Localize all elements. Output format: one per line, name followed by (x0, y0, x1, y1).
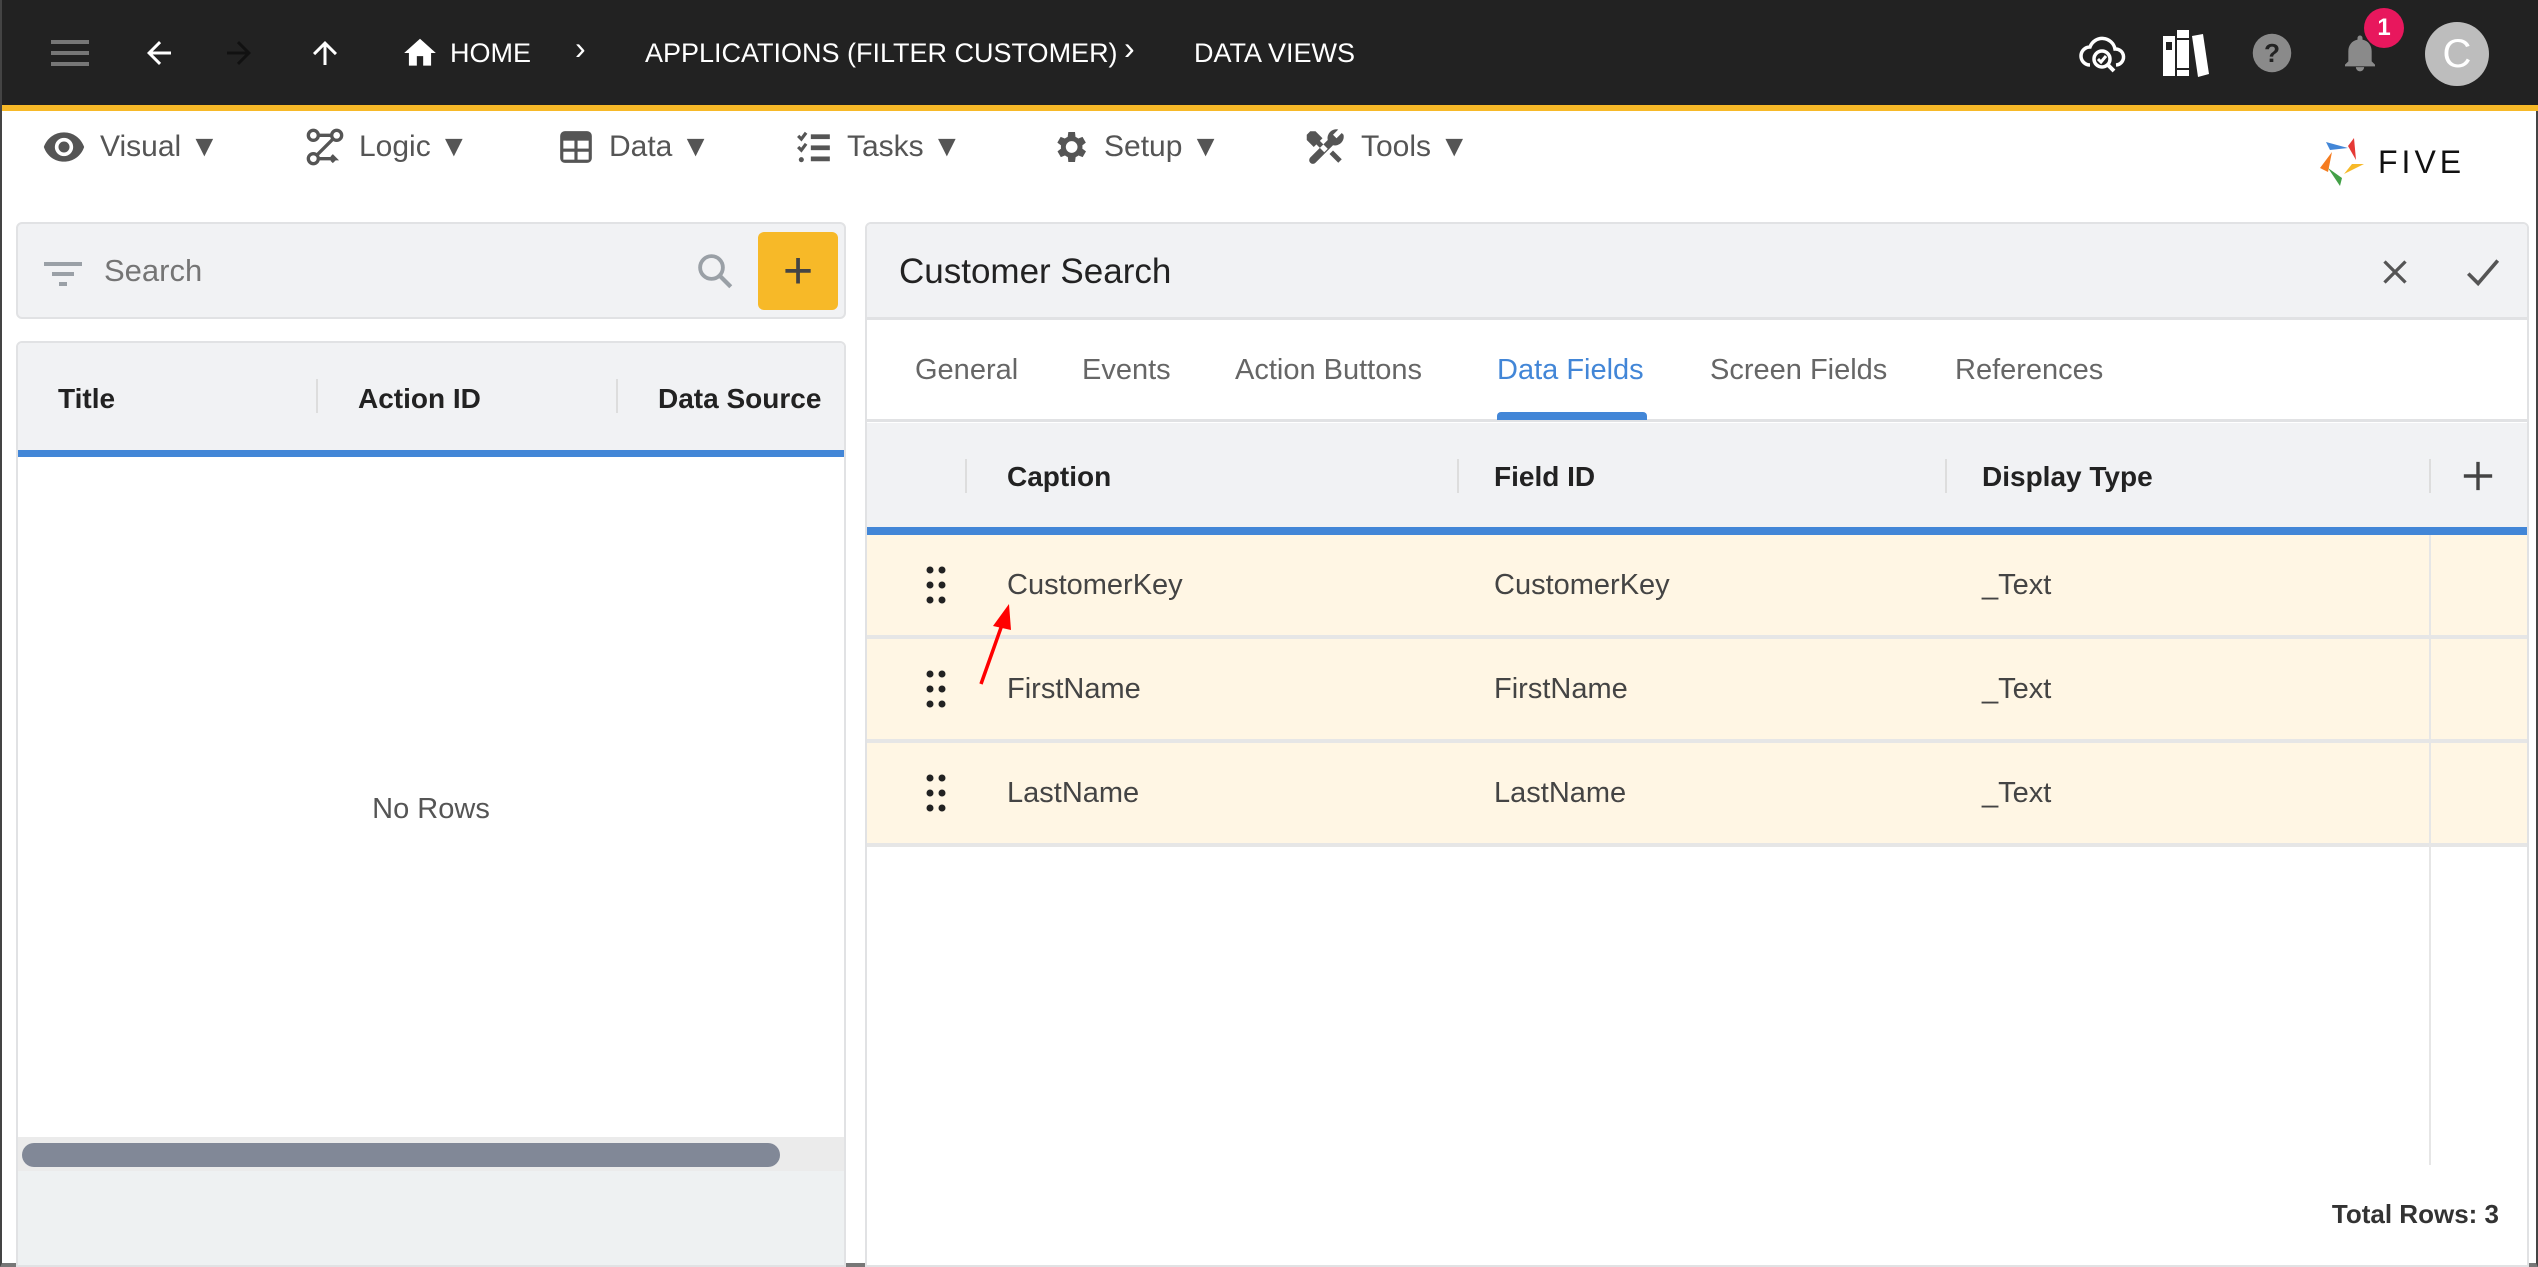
filter-icon[interactable] (44, 260, 84, 288)
total-rows-count: Total Rows: 3 (2331, 1199, 2499, 1229)
panel-footer (18, 1171, 844, 1265)
help-icon[interactable]: ? (2247, 28, 2297, 78)
tab-data-fields[interactable]: Data Fields (1497, 354, 1644, 387)
menu-tasks-label: Tasks ▼ (847, 130, 962, 163)
tab-events[interactable]: Events (1082, 354, 1171, 387)
cell-display-type: _Text (1982, 777, 2052, 809)
add-column-plus-icon[interactable] (2461, 459, 2495, 493)
drag-handle-icon[interactable] (925, 773, 947, 813)
column-header-caption[interactable]: Caption (1007, 461, 1111, 493)
cell-caption: CustomerKey (1007, 569, 1183, 601)
brand-name: FIVE (2378, 143, 2466, 180)
checklist-icon (797, 131, 830, 163)
column-divider[interactable] (965, 459, 967, 493)
table-row[interactable]: LastName LastName _Text (867, 743, 2527, 847)
cell-display-type: _Text (1982, 673, 2052, 705)
breadcrumb-separator-icon: › (575, 30, 586, 66)
record-form: Customer Search General Events Action Bu… (865, 222, 2529, 1267)
hamburger-menu-icon[interactable] (45, 28, 95, 78)
fields-table-header: Caption Field ID Display Type (867, 423, 2527, 527)
column-divider[interactable] (2429, 459, 2431, 493)
menu-setup-label: Setup ▼ (1104, 130, 1221, 163)
cell-field-id: CustomerKey (1494, 569, 1670, 601)
app-window: HOME › APPLICATIONS (FILTER CUSTOMER) › … (0, 0, 2538, 1267)
menu-data[interactable]: Data ▼ (557, 125, 710, 169)
column-header-data-source[interactable]: Data Source (658, 383, 821, 415)
five-logo: FIVE (2320, 138, 2465, 186)
table-header: Title Action ID Data Source (18, 343, 844, 450)
column-header-display-type[interactable]: Display Type (1982, 461, 2153, 493)
column-divider[interactable] (616, 379, 618, 413)
gear-icon (1057, 132, 1086, 162)
confirm-check-icon[interactable] (2463, 254, 2503, 290)
forward-arrow-icon[interactable] (214, 28, 264, 78)
header-underline (867, 527, 2527, 535)
cloud-check-icon[interactable] (2074, 28, 2130, 78)
tab-general[interactable]: General (915, 354, 1018, 387)
breadcrumb-separator-icon: › (1124, 30, 1135, 66)
accent-divider (2, 105, 2538, 111)
eye-icon (43, 132, 85, 162)
annotation-arrow-icon (979, 604, 1011, 685)
column-divider[interactable] (1945, 459, 1947, 493)
column-divider[interactable] (1457, 459, 1459, 493)
breadcrumb-data-views[interactable]: DATA VIEWS (1194, 38, 1355, 69)
drag-handle-icon[interactable] (925, 565, 947, 605)
cell-field-id: FirstName (1494, 673, 1628, 705)
close-icon[interactable] (2377, 254, 2413, 290)
breadcrumb-home[interactable]: HOME (450, 38, 531, 69)
menu-visual-label: Visual ▼ (100, 130, 220, 163)
user-avatar[interactable]: C (2425, 22, 2489, 86)
tools-icon (1306, 129, 1344, 164)
horizontal-scrollbar[interactable] (18, 1137, 844, 1171)
tab-references[interactable]: References (1955, 354, 2103, 387)
column-header-action-id[interactable]: Action ID (358, 383, 481, 415)
menu-tools-label: Tools ▼ (1361, 130, 1470, 163)
cell-caption: FirstName (1007, 673, 1141, 705)
menu-tools[interactable]: Tools ▼ (1305, 125, 1469, 169)
header-underline (18, 450, 844, 457)
search-icon[interactable] (694, 250, 736, 292)
svg-text:?: ? (2264, 38, 2280, 68)
five-logo-icon (2320, 138, 2364, 186)
column-header-title[interactable]: Title (58, 383, 115, 415)
home-icon[interactable] (395, 28, 445, 78)
column-header-field-id[interactable]: Field ID (1494, 461, 1595, 493)
search-bar (16, 222, 846, 319)
search-input[interactable] (104, 246, 664, 296)
form-title: Customer Search (899, 252, 1172, 291)
scrollbar-thumb[interactable] (22, 1143, 780, 1167)
cell-display-type: _Text (1982, 569, 2052, 601)
column-divider[interactable] (316, 379, 318, 413)
column-divider (2429, 535, 2431, 1165)
menu-logic[interactable]: Logic ▼ (305, 125, 469, 169)
form-tabs: General Events Action Buttons Data Field… (867, 320, 2527, 422)
notification-badge: 1 (2364, 8, 2404, 48)
table-row[interactable]: FirstName FirstName _Text (867, 639, 2527, 743)
up-arrow-icon[interactable] (300, 28, 350, 78)
logic-flow-icon (306, 128, 344, 166)
tab-screen-fields[interactable]: Screen Fields (1710, 354, 1887, 387)
menu-logic-label: Logic ▼ (359, 130, 469, 163)
empty-state-text: No Rows (372, 793, 490, 825)
drag-handle-icon[interactable] (925, 669, 947, 709)
menu-setup[interactable]: Setup ▼ (1050, 125, 1220, 169)
menu-tasks[interactable]: Tasks ▼ (795, 125, 962, 169)
cell-field-id: LastName (1494, 777, 1627, 809)
form-header: Customer Search (867, 224, 2527, 320)
table-icon (560, 131, 592, 163)
top-bar: HOME › APPLICATIONS (FILTER CUSTOMER) › … (2, 0, 2538, 105)
menu-visual[interactable]: Visual ▼ (42, 125, 219, 169)
back-arrow-icon[interactable] (134, 28, 184, 78)
actions-table: Title Action ID Data Source No Rows (16, 341, 846, 1267)
table-row[interactable]: CustomerKey CustomerKey _Text (867, 535, 2527, 639)
library-books-icon[interactable] (2157, 28, 2213, 78)
tab-action-buttons[interactable]: Action Buttons (1235, 354, 1422, 387)
menu-data-label: Data ▼ (609, 130, 711, 163)
breadcrumb-applications[interactable]: APPLICATIONS (FILTER CUSTOMER) (645, 38, 1118, 69)
active-tab-indicator (1497, 412, 1647, 420)
cell-caption: LastName (1007, 777, 1140, 809)
add-button[interactable]: + (758, 232, 838, 310)
